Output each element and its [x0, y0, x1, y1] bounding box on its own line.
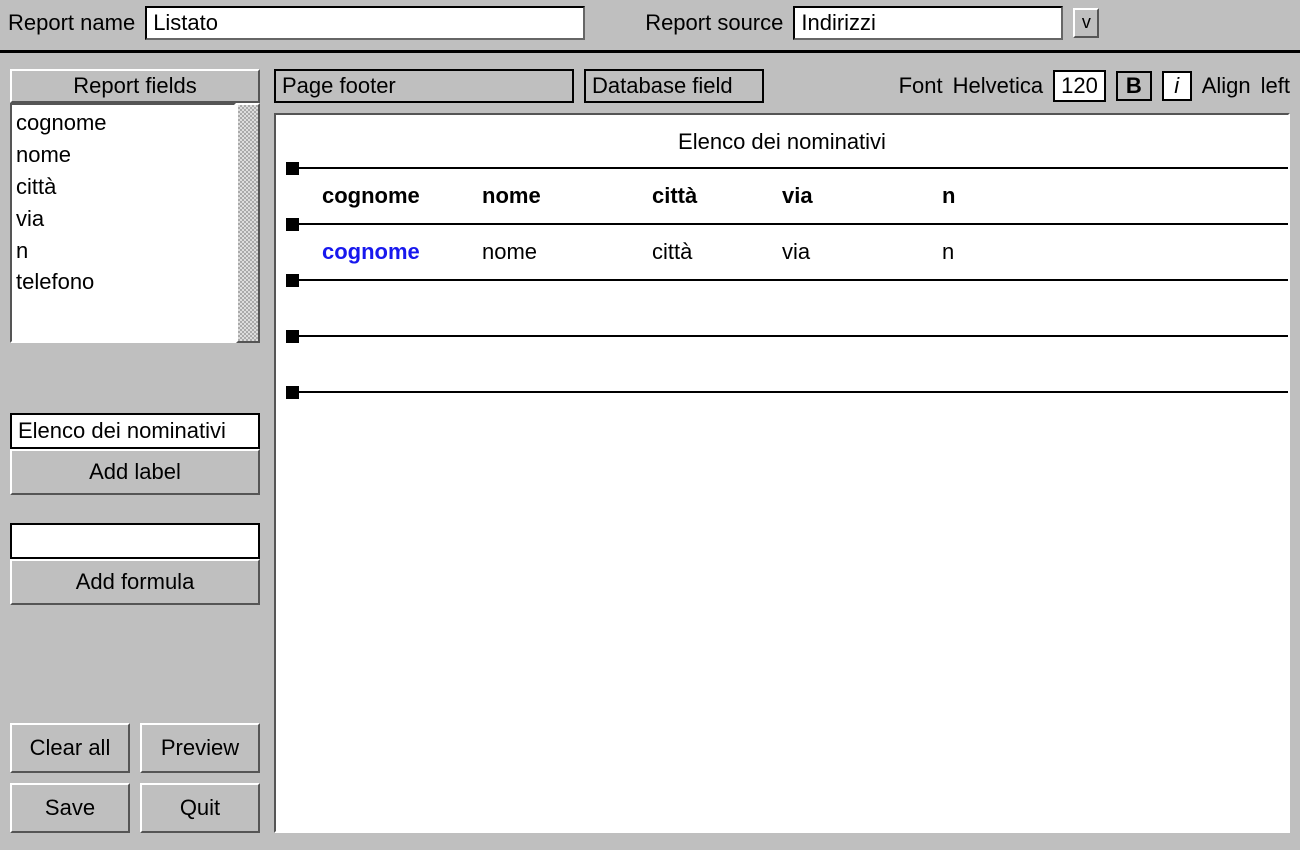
- band-handle-icon[interactable]: [286, 274, 299, 287]
- band-handle-icon[interactable]: [286, 162, 299, 175]
- quit-button[interactable]: Quit: [140, 783, 260, 833]
- format-toolbar: Page footer Database field Font Helvetic…: [274, 69, 1290, 103]
- field-type-selector[interactable]: Database field: [584, 69, 764, 103]
- band-handle-icon[interactable]: [286, 218, 299, 231]
- band-handle-icon[interactable]: [286, 386, 299, 399]
- report-canvas[interactable]: Elenco dei nominativi cognome nome città…: [274, 113, 1290, 833]
- band-page-header[interactable]: cognome nome città via n: [294, 223, 1288, 279]
- report-title-field[interactable]: Elenco dei nominativi: [276, 123, 1288, 167]
- column-headers-row: cognome nome città via n: [294, 169, 1288, 209]
- italic-button[interactable]: i: [1162, 71, 1192, 101]
- label-text-input[interactable]: [10, 413, 260, 449]
- font-size-input[interactable]: 120: [1053, 70, 1106, 102]
- report-source-input[interactable]: [793, 6, 1063, 40]
- save-button[interactable]: Save: [10, 783, 130, 833]
- formula-text-input[interactable]: [10, 523, 260, 559]
- data-field[interactable]: n: [942, 239, 1002, 265]
- col-header[interactable]: n: [942, 183, 1002, 209]
- preview-button[interactable]: Preview: [140, 723, 260, 773]
- band-detail[interactable]: [294, 279, 1288, 335]
- list-item[interactable]: n: [16, 235, 230, 267]
- main-area: Report fields cognome nome città via n t…: [0, 53, 1300, 843]
- col-header[interactable]: cognome: [322, 183, 472, 209]
- band-report-footer[interactable]: [294, 391, 1288, 393]
- list-item[interactable]: telefono: [16, 266, 230, 298]
- font-value[interactable]: Helvetica: [953, 73, 1043, 99]
- bold-button[interactable]: B: [1116, 71, 1152, 101]
- section-selector[interactable]: Page footer: [274, 69, 574, 103]
- band-page-footer[interactable]: [294, 335, 1288, 391]
- add-label-button[interactable]: Add label: [10, 449, 260, 495]
- report-source-dropdown-button[interactable]: v: [1073, 8, 1099, 38]
- font-label: Font: [899, 73, 943, 99]
- list-item[interactable]: città: [16, 171, 230, 203]
- col-header[interactable]: città: [652, 183, 772, 209]
- data-field[interactable]: via: [782, 239, 932, 265]
- data-field[interactable]: nome: [482, 239, 642, 265]
- bottom-button-grid: Clear all Preview Save Quit: [10, 723, 260, 833]
- col-header[interactable]: nome: [482, 183, 642, 209]
- data-field-selected[interactable]: cognome: [322, 239, 472, 265]
- report-name-input[interactable]: [145, 6, 585, 40]
- right-panel: Page footer Database field Font Helvetic…: [274, 69, 1290, 833]
- top-bar: Report name Report source v: [0, 0, 1300, 53]
- report-name-label: Report name: [8, 10, 135, 36]
- fields-scrollbar[interactable]: [236, 103, 260, 343]
- report-source-label: Report source: [645, 10, 783, 36]
- left-panel: Report fields cognome nome città via n t…: [10, 69, 260, 833]
- report-fields-list: cognome nome città via n telefono: [10, 103, 260, 343]
- align-value[interactable]: left: [1261, 73, 1290, 99]
- data-field[interactable]: città: [652, 239, 772, 265]
- report-fields-title: Report fields: [10, 69, 260, 103]
- data-fields-row: cognome nome città via n: [294, 225, 1288, 265]
- band-handle-icon[interactable]: [286, 330, 299, 343]
- col-header[interactable]: via: [782, 183, 932, 209]
- list-item[interactable]: nome: [16, 139, 230, 171]
- list-item[interactable]: via: [16, 203, 230, 235]
- align-label: Align: [1202, 73, 1251, 99]
- list-item[interactable]: cognome: [16, 107, 230, 139]
- report-fields-list-inner[interactable]: cognome nome città via n telefono: [10, 103, 236, 343]
- clear-all-button[interactable]: Clear all: [10, 723, 130, 773]
- add-formula-button[interactable]: Add formula: [10, 559, 260, 605]
- band-report-header[interactable]: cognome nome città via n: [294, 167, 1288, 223]
